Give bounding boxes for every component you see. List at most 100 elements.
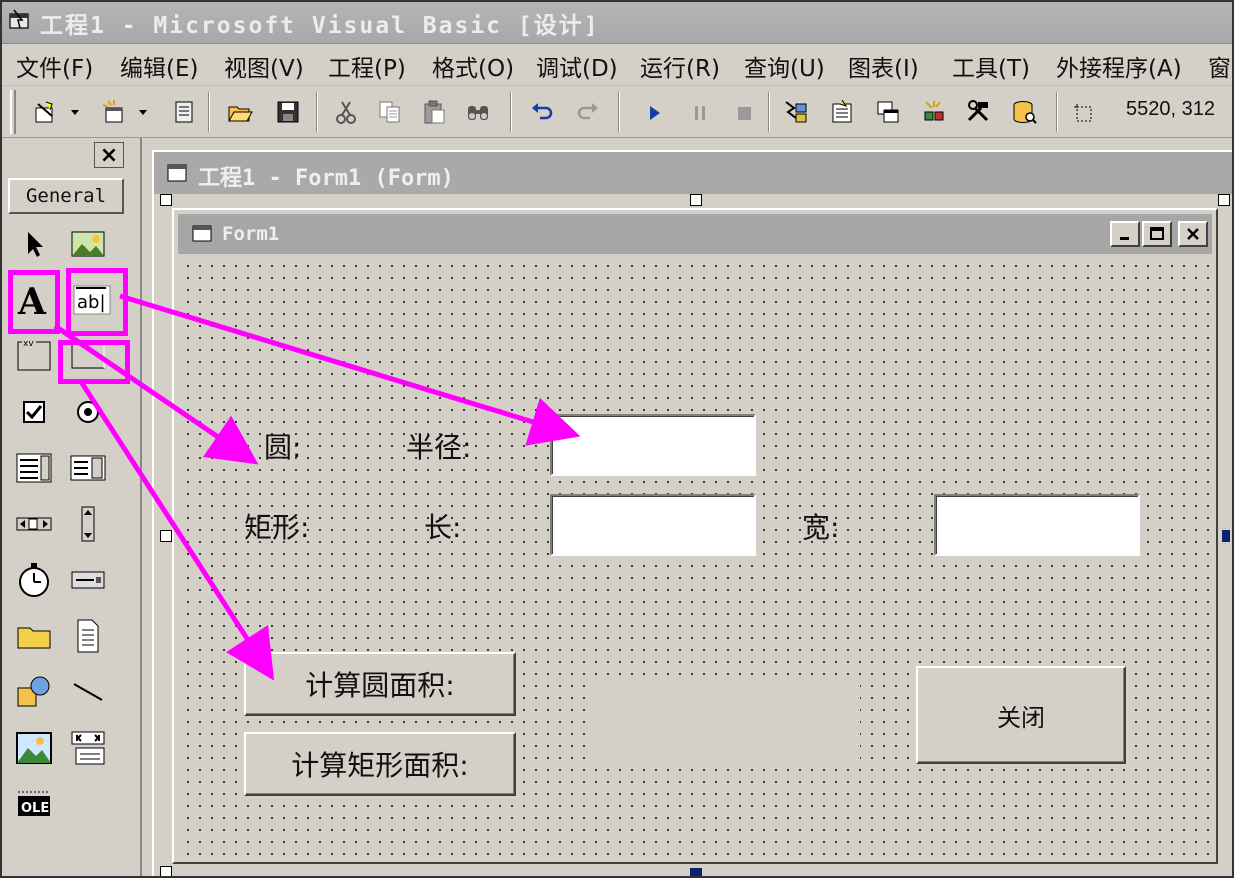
- timer-tool-icon[interactable]: [12, 558, 56, 602]
- vscrollbar-tool-icon[interactable]: [66, 502, 110, 546]
- highlight-textbox-tool: [66, 268, 128, 336]
- undo-icon[interactable]: [526, 96, 558, 128]
- label-radius[interactable]: 半径:: [406, 426, 471, 466]
- resize-handle[interactable]: [690, 868, 702, 876]
- line-tool-icon[interactable]: [66, 670, 110, 714]
- toolbar-separator: [618, 92, 620, 132]
- maximize-icon[interactable]: [1142, 221, 1172, 247]
- position-icon: [1068, 96, 1100, 128]
- ole-tool-icon[interactable]: OLE: [12, 782, 56, 826]
- menu-run[interactable]: 运行(R): [640, 49, 720, 83]
- result-label[interactable]: [588, 676, 860, 768]
- form-layout-icon[interactable]: [872, 96, 904, 128]
- find-icon[interactable]: [462, 96, 494, 128]
- project-explorer-icon[interactable]: [780, 96, 812, 128]
- open-project-icon[interactable]: [224, 96, 256, 128]
- form-canvas[interactable]: 圆: 半径: 矩形: 长: 宽: 计算圆面积: 计算矩形面积: 关闭: [178, 256, 1212, 856]
- chevron-down-icon[interactable]: [134, 96, 152, 128]
- designer-title: 工程1 - Form1 (Form): [198, 166, 454, 191]
- add-project-icon[interactable]: [30, 96, 62, 128]
- menu-tools[interactable]: 工具(T): [952, 49, 1030, 83]
- combobox-tool-icon[interactable]: [12, 446, 56, 490]
- menu-format[interactable]: 格式(O): [432, 49, 514, 83]
- menu-bar: 文件(F) 编辑(E) 视图(V) 工程(P) 格式(O) 调试(D) 运行(R…: [0, 44, 1234, 86]
- label-width[interactable]: 宽:: [802, 506, 839, 546]
- form-title: Form1: [222, 223, 280, 245]
- drivelistbox-tool-icon[interactable]: [66, 558, 110, 602]
- frame-tool-icon[interactable]: xv: [12, 334, 56, 378]
- label-length[interactable]: 长:: [424, 506, 461, 546]
- menu-editor-icon[interactable]: [168, 96, 200, 128]
- designer-title-bar[interactable]: 工程1 - Form1 (Form): [154, 152, 1234, 194]
- resize-handle[interactable]: [160, 194, 172, 206]
- standard-toolbar: 5520, 312: [0, 86, 1234, 138]
- width-textbox[interactable]: [934, 494, 1140, 556]
- menu-window[interactable]: 窗: [1208, 49, 1231, 83]
- shape-tool-icon[interactable]: [12, 670, 56, 714]
- toolbar-grip[interactable]: [10, 90, 16, 134]
- toolbar-separator: [768, 92, 770, 132]
- menu-view[interactable]: 视图(V): [224, 49, 304, 83]
- form-icon: [192, 225, 212, 242]
- form-title-bar: Form1: [178, 214, 1212, 254]
- svg-text:xv: xv: [23, 339, 34, 349]
- listbox-tool-icon[interactable]: [66, 446, 110, 490]
- form-icon: [167, 164, 187, 182]
- resize-handle[interactable]: [1218, 194, 1230, 206]
- resize-handle[interactable]: [160, 866, 172, 878]
- menu-project[interactable]: 工程(P): [328, 49, 406, 83]
- menu-debug[interactable]: 调试(D): [536, 49, 618, 83]
- dirlistbox-tool-icon[interactable]: [12, 614, 56, 658]
- paste-icon[interactable]: [418, 96, 450, 128]
- checkbox-tool-icon[interactable]: [12, 390, 56, 434]
- resize-handle[interactable]: [1222, 530, 1230, 542]
- object-browser-icon[interactable]: [918, 96, 950, 128]
- pause-icon[interactable]: [684, 96, 716, 128]
- toolbox-tab-general[interactable]: General: [8, 178, 124, 214]
- picturebox-icon[interactable]: [66, 222, 110, 266]
- label-rectangle[interactable]: 矩形:: [244, 506, 309, 546]
- image-tool-icon[interactable]: [12, 726, 56, 770]
- radius-textbox[interactable]: [550, 414, 756, 476]
- position-readout: 5520, 312: [1126, 98, 1215, 120]
- calc-rect-area-button[interactable]: 计算矩形面积:: [244, 732, 516, 796]
- data-view-icon[interactable]: [1008, 96, 1040, 128]
- calc-circle-area-button[interactable]: 计算圆面积:: [244, 652, 516, 716]
- label-circle[interactable]: 圆:: [264, 426, 301, 466]
- copy-icon[interactable]: [374, 96, 406, 128]
- menu-addins[interactable]: 外接程序(A): [1056, 49, 1182, 83]
- properties-window-icon[interactable]: [826, 96, 858, 128]
- filelistbox-tool-icon[interactable]: [66, 614, 110, 658]
- menu-diagram[interactable]: 图表(I): [848, 49, 919, 83]
- toolbox-icon[interactable]: [962, 96, 994, 128]
- close-icon[interactable]: [1178, 221, 1208, 247]
- toolbar-separator: [208, 92, 210, 132]
- toolbar-separator: [1056, 92, 1058, 132]
- menu-edit[interactable]: 编辑(E): [120, 49, 198, 83]
- cut-icon[interactable]: [330, 96, 362, 128]
- menu-file[interactable]: 文件(F): [16, 49, 93, 83]
- pointer-icon[interactable]: [12, 222, 56, 266]
- optionbutton-tool-icon[interactable]: [66, 390, 110, 434]
- close-button[interactable]: 关闭: [916, 666, 1126, 764]
- toolbar-separator: [316, 92, 318, 132]
- add-form-icon[interactable]: [98, 96, 130, 128]
- close-icon[interactable]: ×: [94, 142, 124, 168]
- highlight-label-tool: [8, 270, 60, 334]
- toolbar-separator: [510, 92, 512, 132]
- resize-handle[interactable]: [160, 530, 172, 542]
- start-icon[interactable]: [638, 96, 670, 128]
- form1[interactable]: Form1 圆: 半径: 矩形: 长: 宽: 计算圆面积: 计算矩形面积: 关闭: [172, 208, 1218, 864]
- data-tool-icon[interactable]: [66, 726, 110, 770]
- window-title: 工程1 - Microsoft Visual Basic [设计]: [40, 13, 600, 39]
- minimize-icon[interactable]: [1110, 221, 1140, 247]
- resize-handle[interactable]: [690, 194, 702, 206]
- menu-query[interactable]: 查询(U): [744, 49, 825, 83]
- length-textbox[interactable]: [550, 494, 756, 556]
- highlight-commandbutton-tool: [58, 340, 130, 384]
- stop-icon[interactable]: [728, 96, 760, 128]
- chevron-down-icon[interactable]: [66, 96, 84, 128]
- redo-icon[interactable]: [572, 96, 604, 128]
- save-project-icon[interactable]: [272, 96, 304, 128]
- hscrollbar-tool-icon[interactable]: [12, 502, 56, 546]
